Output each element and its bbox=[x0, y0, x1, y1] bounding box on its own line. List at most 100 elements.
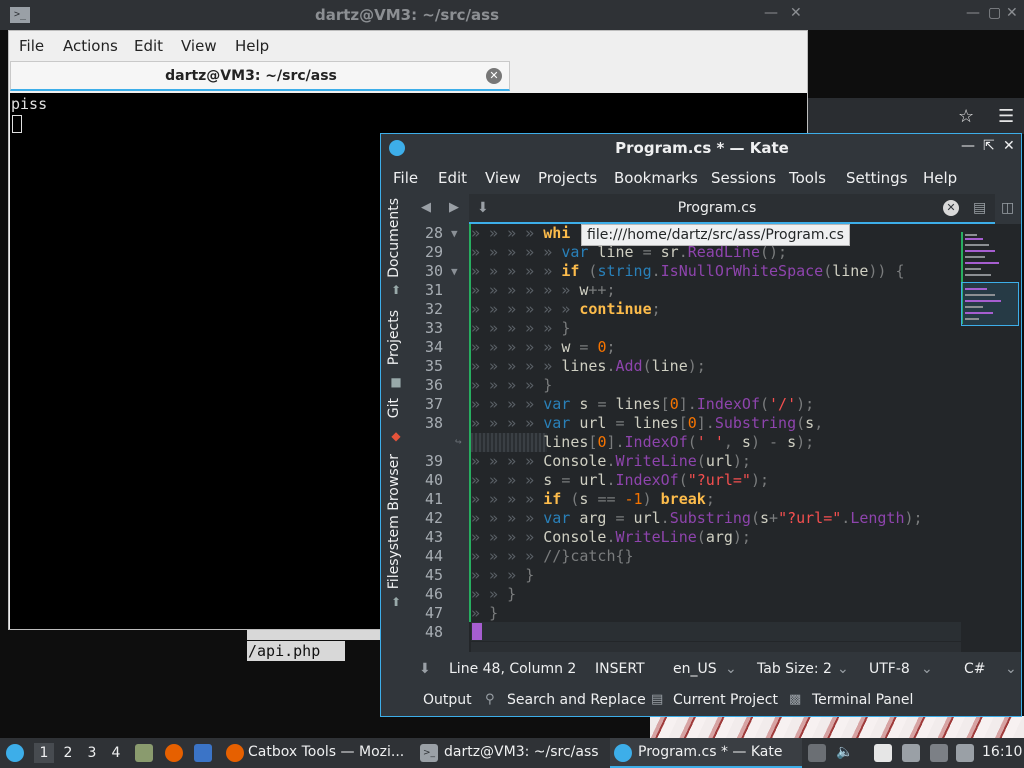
panel-search-and-replace[interactable]: Search and Replace bbox=[507, 692, 646, 708]
sidebar-projects[interactable]: Projects bbox=[386, 310, 402, 365]
menu-bookmarks[interactable]: Bookmarks bbox=[614, 169, 698, 187]
task-terminal[interactable]: >_ dartz@VM3: ~/src/ass bbox=[416, 738, 608, 768]
code-area[interactable]: » » » » whi » » » » » var line = sr.Read… bbox=[471, 224, 961, 652]
terminal-tab[interactable]: dartz@VM3: ~/src/ass ✕ bbox=[10, 61, 510, 91]
fold-arrow-icon[interactable]: ▼ bbox=[451, 227, 458, 240]
close-icon[interactable]: ✕ bbox=[1006, 5, 1018, 21]
chevron-down-icon[interactable]: ⌄ bbox=[921, 661, 933, 677]
maximize-icon[interactable]: ▢ bbox=[988, 5, 1001, 21]
tray-expand-icon[interactable] bbox=[808, 744, 826, 762]
minimap-line bbox=[965, 318, 979, 320]
save-icon[interactable]: ⬇ bbox=[419, 661, 431, 677]
code-editor[interactable]: 28 ▼ 29 30 ▼ 31 32 33 34 35 36 37 38 ↪ 39 40 41 42 43 44 45 4… bbox=[413, 224, 1021, 652]
menu-icon[interactable]: ☰ bbox=[998, 106, 1014, 127]
clock[interactable]: 16:10 bbox=[982, 744, 1022, 760]
file-manager-icon[interactable] bbox=[135, 744, 153, 762]
split-view-icon[interactable]: ▤ bbox=[973, 200, 986, 216]
kate-menu-bar: File Edit View Projects Bookmarks Sessio… bbox=[381, 164, 1021, 192]
wrap-arrow-icon: ↪ bbox=[455, 435, 462, 448]
menu-edit[interactable]: Edit bbox=[438, 169, 467, 187]
menu-view[interactable]: View bbox=[485, 169, 521, 187]
menu-projects[interactable]: Projects bbox=[538, 169, 597, 187]
close-tab-icon[interactable]: ✕ bbox=[486, 68, 502, 84]
sidebar-documents[interactable]: Documents bbox=[386, 198, 402, 278]
tab-size-selector[interactable]: Tab Size: 2 bbox=[757, 661, 832, 677]
menu-view[interactable]: View bbox=[181, 37, 217, 55]
minimap-line bbox=[965, 256, 985, 258]
task-label: Program.cs * — Kate bbox=[638, 744, 783, 760]
dictionary-selector[interactable]: en_US bbox=[673, 661, 717, 677]
tab-scroll-left-icon[interactable]: ◀ bbox=[421, 200, 431, 215]
minimize-icon[interactable]: — bbox=[966, 5, 980, 21]
line-number: 39 bbox=[424, 452, 443, 470]
menu-sessions[interactable]: Sessions bbox=[711, 169, 776, 187]
menu-help[interactable]: Help bbox=[923, 169, 957, 187]
menu-bar: File Actions Edit View Help bbox=[9, 31, 807, 61]
menu-tools[interactable]: Tools bbox=[789, 169, 826, 187]
kate-title: Program.cs * — Kate bbox=[615, 139, 789, 157]
chevron-down-icon[interactable]: ⌄ bbox=[725, 661, 737, 677]
panel-current-project[interactable]: Current Project bbox=[673, 692, 778, 708]
code-line: » » » » Console.WriteLine(arg); bbox=[471, 528, 751, 546]
line-number: 35 bbox=[424, 357, 443, 375]
split-horizontal-icon[interactable]: ◫ bbox=[1001, 200, 1014, 216]
sidebar-git[interactable]: Git bbox=[386, 398, 402, 418]
terminal-icon: >_ bbox=[420, 744, 438, 762]
code-line: » » » » » w = 0; bbox=[471, 338, 616, 356]
menu-edit[interactable]: Edit bbox=[134, 37, 163, 55]
keyboard-icon[interactable] bbox=[930, 744, 948, 762]
background-window-titlebar[interactable]: >_ dartz@VM3: ~/src/ass — ✕ — ▢ ✕ bbox=[0, 0, 1024, 30]
encoding-selector[interactable]: UTF-8 bbox=[869, 661, 910, 677]
search-icon: ⚲ bbox=[485, 692, 495, 707]
fold-arrow-icon[interactable]: ▼ bbox=[451, 265, 458, 278]
minimap-line bbox=[965, 300, 1001, 302]
desktop-4[interactable]: 4 bbox=[106, 743, 126, 763]
tab-label: Program.cs bbox=[677, 200, 757, 216]
menu-file[interactable]: File bbox=[393, 169, 418, 187]
kate-window[interactable]: Program.cs * — Kate — ⇱ ✕ File Edit View… bbox=[380, 133, 1022, 717]
firefox-icon[interactable] bbox=[165, 744, 183, 762]
code-line: » » » » Console.WriteLine(url); bbox=[471, 452, 751, 470]
minimize-icon[interactable]: — bbox=[764, 5, 778, 21]
show-desktop-icon[interactable] bbox=[194, 744, 212, 762]
menu-help[interactable]: Help bbox=[235, 37, 269, 55]
task-kate[interactable]: Program.cs * — Kate bbox=[610, 738, 802, 768]
code-line: » » » » var url = lines[0].Substring(s, bbox=[471, 414, 824, 432]
tab-scroll-right-icon[interactable]: ▶ bbox=[449, 200, 459, 215]
maximize-icon[interactable]: ⇱ bbox=[983, 138, 995, 154]
panel-terminal[interactable]: Terminal Panel bbox=[812, 692, 913, 708]
minimap-scrollbar[interactable] bbox=[961, 224, 1019, 652]
syntax-selector[interactable]: C# bbox=[964, 661, 986, 677]
code-line: » » » » » » continue; bbox=[471, 300, 661, 318]
code-line: » » » » » } bbox=[471, 319, 571, 337]
horizontal-scrollbar[interactable] bbox=[471, 642, 961, 652]
text-cursor bbox=[472, 623, 482, 640]
task-firefox[interactable]: Catbox Tools — Mozi... bbox=[222, 738, 414, 768]
close-icon[interactable]: ✕ bbox=[1003, 138, 1015, 154]
bookmark-star-icon[interactable]: ☆ bbox=[958, 106, 974, 127]
clipboard-icon[interactable] bbox=[874, 744, 892, 762]
menu-file[interactable]: File bbox=[19, 37, 44, 55]
display-icon[interactable] bbox=[956, 744, 974, 762]
terminal-icon: ▩ bbox=[789, 692, 802, 707]
chevron-down-icon[interactable]: ⌄ bbox=[1005, 661, 1017, 677]
desktop-1[interactable]: 1 bbox=[34, 743, 54, 763]
minimize-icon[interactable]: — bbox=[961, 138, 975, 154]
desktop-3[interactable]: 3 bbox=[82, 743, 102, 763]
app-launcher-icon[interactable] bbox=[6, 744, 24, 762]
menu-settings[interactable]: Settings bbox=[846, 169, 908, 187]
kate-titlebar[interactable]: Program.cs * — Kate — ⇱ ✕ bbox=[381, 134, 1021, 162]
close-tab-icon[interactable]: ✕ bbox=[943, 200, 959, 216]
close-icon[interactable]: ✕ bbox=[790, 5, 802, 21]
menu-actions[interactable]: Actions bbox=[63, 37, 118, 55]
cursor-position[interactable]: Line 48, Column 2 bbox=[449, 661, 576, 677]
input-mode[interactable]: INSERT bbox=[595, 661, 645, 677]
desktop-2[interactable]: 2 bbox=[58, 743, 78, 763]
tab-program-cs[interactable]: ⬇ Program.cs ✕ bbox=[469, 194, 995, 224]
code-line: » } bbox=[471, 604, 499, 622]
chevron-down-icon[interactable]: ⌄ bbox=[837, 661, 849, 677]
volume-icon[interactable]: 🔈 bbox=[836, 744, 853, 760]
panel-output[interactable]: Output bbox=[423, 692, 472, 708]
network-icon[interactable] bbox=[902, 744, 920, 762]
sidebar-filesystem-browser[interactable]: Filesystem Browser bbox=[386, 454, 402, 589]
